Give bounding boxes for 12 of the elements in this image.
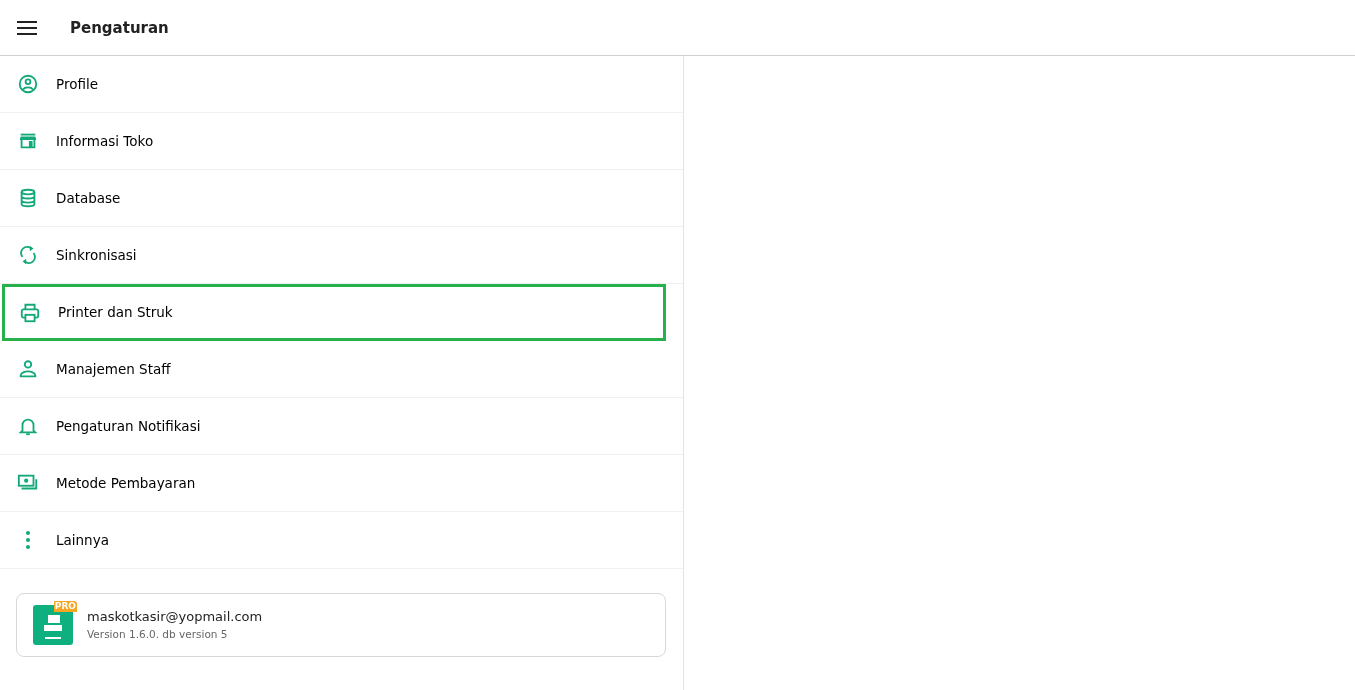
printer-icon [19,301,41,324]
person-icon [17,358,39,380]
page-title: Pengaturan [70,18,169,37]
account-card[interactable]: PRO maskotkasir@yopmail.com Version 1.6.0. db version 5 [16,593,666,657]
menu-icon[interactable] [17,20,37,35]
menu-item[interactable]: Printer dan Struk [2,284,666,341]
profile-icon [17,73,39,95]
version-text: Version 1.6.0. db version 5 [87,626,229,642]
pro-badge: PRO [53,601,77,612]
account-email: maskotkasir@yopmail.com [87,608,263,627]
sync-icon [17,244,39,266]
more-icon [25,529,31,551]
